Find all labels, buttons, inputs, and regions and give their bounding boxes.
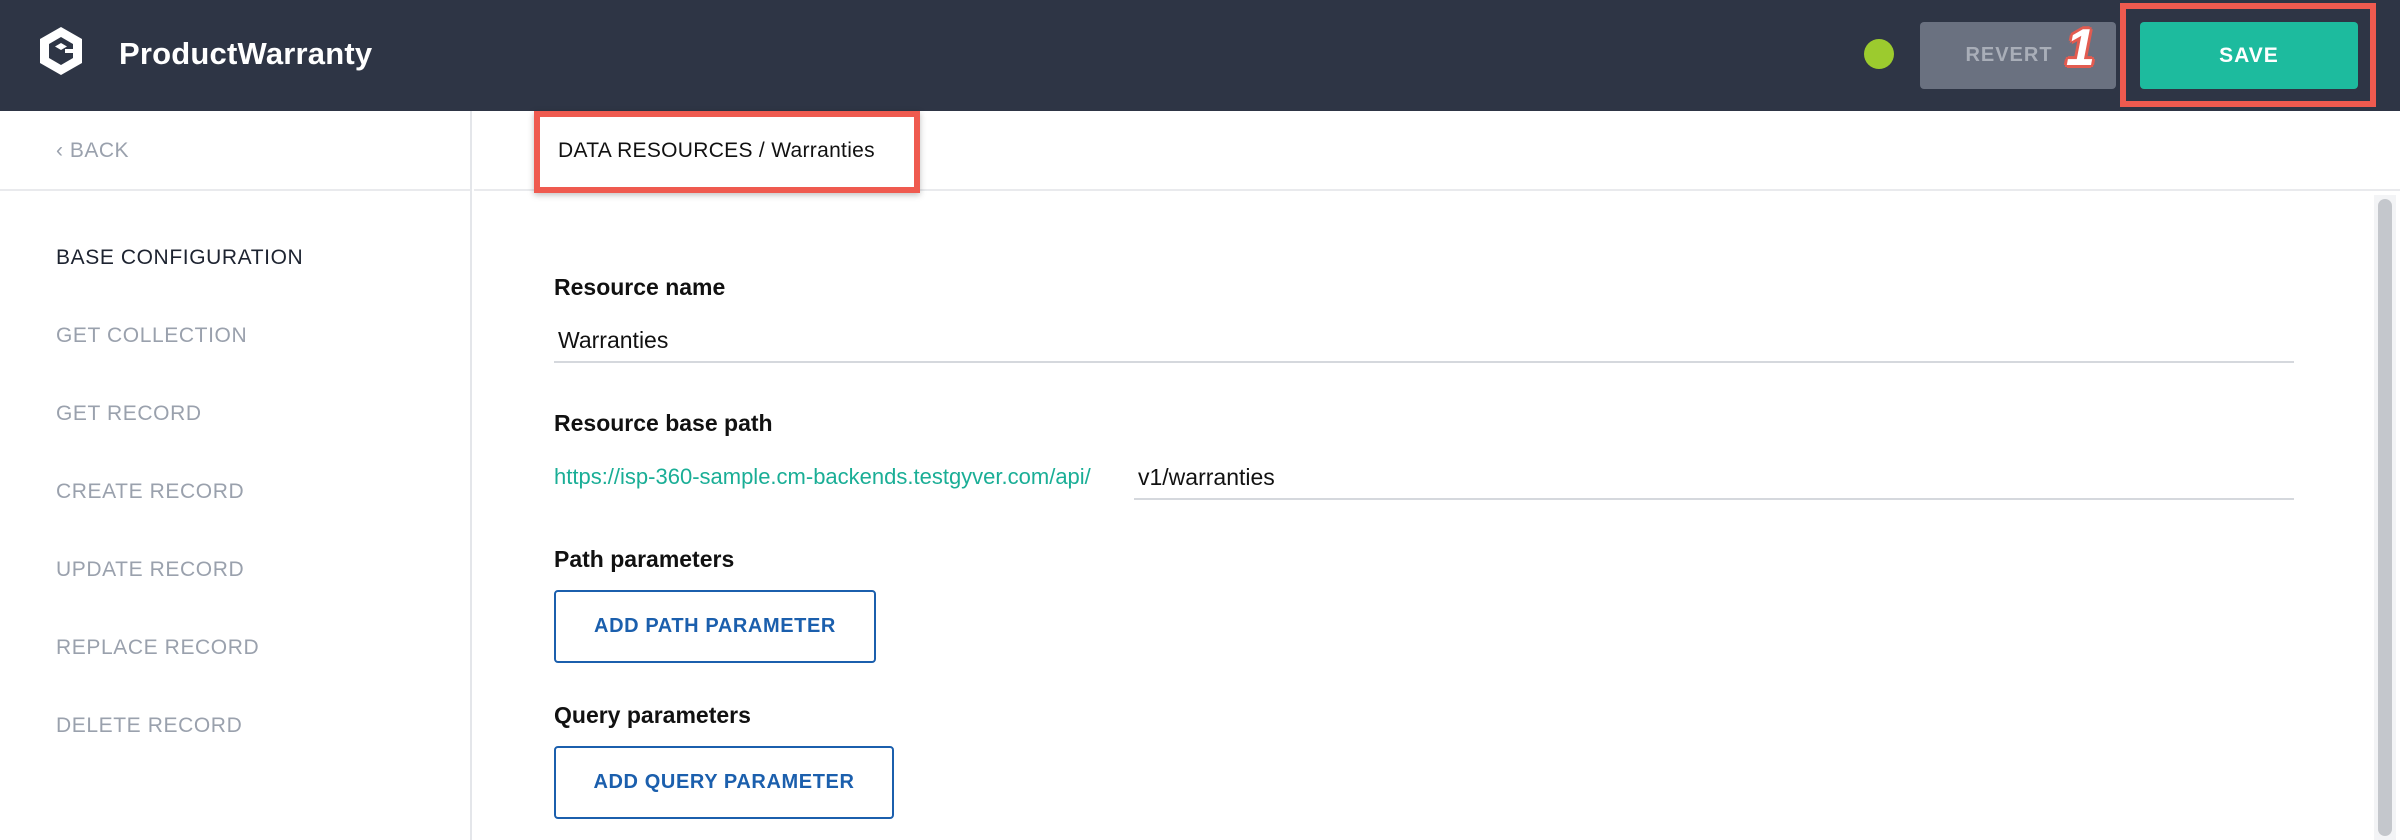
top-bar: ProductWarranty REVERT 1 SAVE [0,0,2400,111]
add-path-parameter-button[interactable]: ADD PATH PARAMETER [554,590,876,663]
base-path-input[interactable] [1134,456,2294,500]
back-link[interactable]: ‹ BACK [56,139,129,163]
sidebar-item-base-configuration[interactable]: BASE CONFIGURATION [56,246,303,270]
save-button[interactable]: SAVE [2140,22,2358,89]
sidebar: ‹ BACK BASE CONFIGURATION GET COLLECTION… [0,111,472,840]
resource-name-input[interactable] [554,319,2294,363]
sidebar-item-get-record[interactable]: GET RECORD [56,402,202,426]
add-query-parameter-button[interactable]: ADD QUERY PARAMETER [554,746,894,819]
sidebar-item-update-record[interactable]: UPDATE RECORD [56,558,244,582]
step-callout-badge: 1 [2066,19,2095,77]
path-parameters-label: Path parameters [554,546,735,572]
main-content: DATA RESOURCES / Warranties Resource nam… [474,111,2400,840]
sidebar-item-delete-record[interactable]: DELETE RECORD [56,714,242,738]
app-logo-icon [40,27,82,75]
base-path-label: Resource base path [554,410,773,436]
scrollbar[interactable] [2374,195,2396,840]
resource-name-label: Resource name [554,274,726,300]
sidebar-item-get-collection[interactable]: GET COLLECTION [56,324,247,348]
app-title: ProductWarranty [119,36,373,71]
scrollbar-thumb[interactable] [2378,199,2392,836]
status-indicator [1864,39,1894,69]
query-parameters-label: Query parameters [554,702,751,728]
base-path-prefix: https://isp-360-sample.cm-backends.testg… [554,464,1091,489]
sidebar-item-replace-record[interactable]: REPLACE RECORD [56,636,259,660]
sidebar-divider [0,189,470,191]
sidebar-item-create-record[interactable]: CREATE RECORD [56,480,244,504]
breadcrumb: DATA RESOURCES / Warranties [558,139,875,162]
